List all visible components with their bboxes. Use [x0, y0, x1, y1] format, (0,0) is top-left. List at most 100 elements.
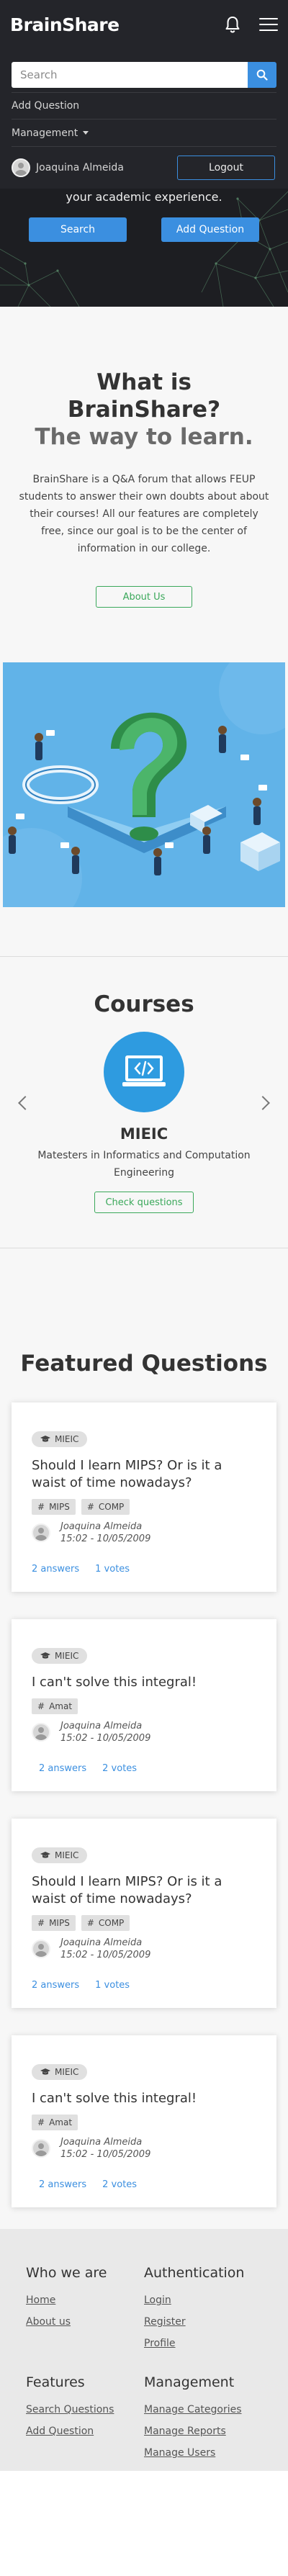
question-date: 15:02 - 10/05/2009: [60, 2149, 151, 2160]
question-card[interactable]: MIEIC I can't solve this integral! # Amat…: [12, 1619, 276, 1791]
code-icon: [122, 1055, 166, 1086]
question-card[interactable]: MIEIC I can't solve this integral! # Amat…: [12, 2035, 276, 2207]
hero-add-question-button[interactable]: Add Question: [161, 217, 259, 242]
course-logo: [104, 1032, 184, 1112]
navbar: BrainShare: [0, 0, 288, 49]
author-info: Joaquina Almeida 15:02 - 10/05/2009: [60, 2136, 150, 2161]
answers-count[interactable]: 2 answers: [39, 1763, 86, 1774]
brand-logo[interactable]: BrainShare: [10, 14, 120, 35]
bell-icon[interactable]: [225, 16, 240, 33]
graduation-cap-icon: [40, 2068, 50, 2075]
answers-count[interactable]: 2 answers: [32, 1564, 79, 1575]
question-card[interactable]: MIEIC Should I learn MIPS? Or is it a wa…: [12, 1819, 276, 2008]
question-tags: # Amat: [32, 2115, 256, 2130]
chevron-right-icon[interactable]: [256, 1096, 270, 1110]
about-description: BrainShare is a Q&A forum that allows FE…: [19, 474, 269, 554]
navbar-collapse: Add Question Management Joaquina Almeida…: [0, 49, 288, 189]
menu-icon[interactable]: [259, 18, 278, 31]
question-tags: # Amat: [32, 1698, 256, 1714]
footer-link-home[interactable]: Home: [26, 2289, 144, 2311]
user-row: Joaquina Almeida Logout: [12, 147, 276, 189]
footer-heading: Management: [144, 2374, 235, 2390]
hero-buttons: Search Add Question: [0, 217, 288, 242]
footer-link-register[interactable]: Register: [144, 2311, 262, 2333]
logout-button[interactable]: Logout: [177, 156, 275, 180]
author-name[interactable]: Joaquina Almeida: [60, 2136, 150, 2148]
nav-management-dropdown[interactable]: Management: [12, 120, 276, 147]
courses-title: Courses: [94, 991, 194, 1017]
search-icon: [256, 69, 268, 81]
author-name[interactable]: Joaquina Almeida: [60, 1521, 150, 1533]
course-badge[interactable]: MIEIC: [32, 2064, 88, 2080]
hashtag-icon: #: [37, 1701, 45, 1711]
answers-count[interactable]: 2 answers: [39, 2179, 86, 2190]
hero-search-button[interactable]: Search: [29, 217, 127, 242]
username[interactable]: Joaquina Almeida: [36, 162, 124, 174]
course-badge[interactable]: MIEIC: [32, 1847, 88, 1863]
about-section: What is BrainShare? The way to learn. Br…: [0, 307, 288, 1329]
tag-label: COMP: [98, 1918, 125, 1928]
footer-management: Management Manage Categories Manage Repo…: [144, 2374, 262, 2464]
author-name[interactable]: Joaquina Almeida: [60, 1720, 150, 1732]
avatar[interactable]: [32, 2139, 50, 2158]
nav-management-label: Management: [12, 127, 78, 139]
avatar[interactable]: [32, 1940, 50, 1958]
tag[interactable]: # COMP: [81, 1915, 130, 1931]
graduation-cap-icon: [40, 1652, 50, 1659]
footer-heading: Features: [26, 2374, 85, 2390]
footer-link-profile[interactable]: Profile: [144, 2333, 262, 2354]
navbar-icons: [225, 16, 278, 33]
avatar[interactable]: [12, 158, 30, 177]
footer-link-about-us[interactable]: About us: [26, 2311, 144, 2333]
votes-count[interactable]: 2 votes: [102, 1763, 137, 1774]
question-title[interactable]: Should I learn MIPS? Or is it a waist of…: [32, 1873, 256, 1908]
hero-tagline: your academic experience.: [66, 190, 222, 204]
answers-count[interactable]: 2 answers: [32, 1980, 79, 1991]
author-name[interactable]: Joaquina Almeida: [60, 1937, 150, 1949]
question-mark-illustration: [0, 648, 288, 929]
chevron-left-icon[interactable]: [18, 1096, 32, 1110]
question-author: Joaquina Almeida 15:02 - 10/05/2009: [32, 2136, 256, 2161]
course-badge[interactable]: MIEIC: [32, 1648, 88, 1664]
votes-count[interactable]: 1 votes: [95, 1564, 130, 1575]
search-button[interactable]: [248, 62, 276, 88]
question-date: 15:02 - 10/05/2009: [60, 1733, 151, 1744]
footer-authentication: Authentication Login Register Profile: [144, 2265, 262, 2354]
votes-count[interactable]: 2 votes: [102, 2179, 137, 2190]
tag[interactable]: # MIPS: [32, 1499, 76, 1515]
footer-features: Features Search Questions Add Question: [26, 2374, 144, 2464]
graduation-cap-icon: [40, 1436, 50, 1442]
footer-link-manage-users[interactable]: Manage Users: [144, 2442, 262, 2464]
question-card[interactable]: MIEIC Should I learn MIPS? Or is it a wa…: [12, 1402, 276, 1592]
nav-add-question[interactable]: Add Question: [12, 92, 276, 120]
footer-link-manage-reports[interactable]: Manage Reports: [144, 2420, 262, 2442]
hashtag-icon: #: [37, 1918, 45, 1928]
question-date: 15:02 - 10/05/2009: [60, 1534, 151, 1544]
author-info: Joaquina Almeida 15:02 - 10/05/2009: [60, 1521, 150, 1545]
course-badge[interactable]: MIEIC: [32, 1431, 88, 1447]
tag[interactable]: # Amat: [32, 1698, 78, 1714]
avatar[interactable]: [32, 1523, 50, 1542]
hashtag-icon: #: [37, 2117, 45, 2127]
course-badge-label: MIEIC: [55, 1850, 79, 1860]
course-badge-label: MIEIC: [55, 2067, 79, 2077]
course-badge-label: MIEIC: [55, 1651, 79, 1661]
check-questions-button[interactable]: Check questions: [94, 1192, 194, 1213]
hashtag-icon: #: [86, 1918, 94, 1928]
footer-link-search-questions[interactable]: Search Questions: [26, 2399, 144, 2420]
footer-link-add-question[interactable]: Add Question: [26, 2420, 144, 2442]
search-input[interactable]: [12, 62, 248, 88]
tag[interactable]: # Amat: [32, 2115, 78, 2130]
question-title[interactable]: Should I learn MIPS? Or is it a waist of…: [32, 1457, 256, 1492]
votes-count[interactable]: 1 votes: [95, 1980, 130, 1991]
tag[interactable]: # COMP: [81, 1499, 130, 1515]
footer-link-manage-categories[interactable]: Manage Categories: [144, 2399, 262, 2420]
avatar[interactable]: [32, 1723, 50, 1742]
tag[interactable]: # MIPS: [32, 1915, 76, 1931]
question-tags: # MIPS # COMP: [32, 1499, 256, 1515]
question-title[interactable]: I can't solve this integral!: [32, 1674, 256, 1691]
about-us-button[interactable]: About Us: [96, 586, 192, 608]
footer-link-login[interactable]: Login: [144, 2289, 262, 2311]
question-title[interactable]: I can't solve this integral!: [32, 2090, 256, 2107]
author-info: Joaquina Almeida 15:02 - 10/05/2009: [60, 1937, 150, 1961]
